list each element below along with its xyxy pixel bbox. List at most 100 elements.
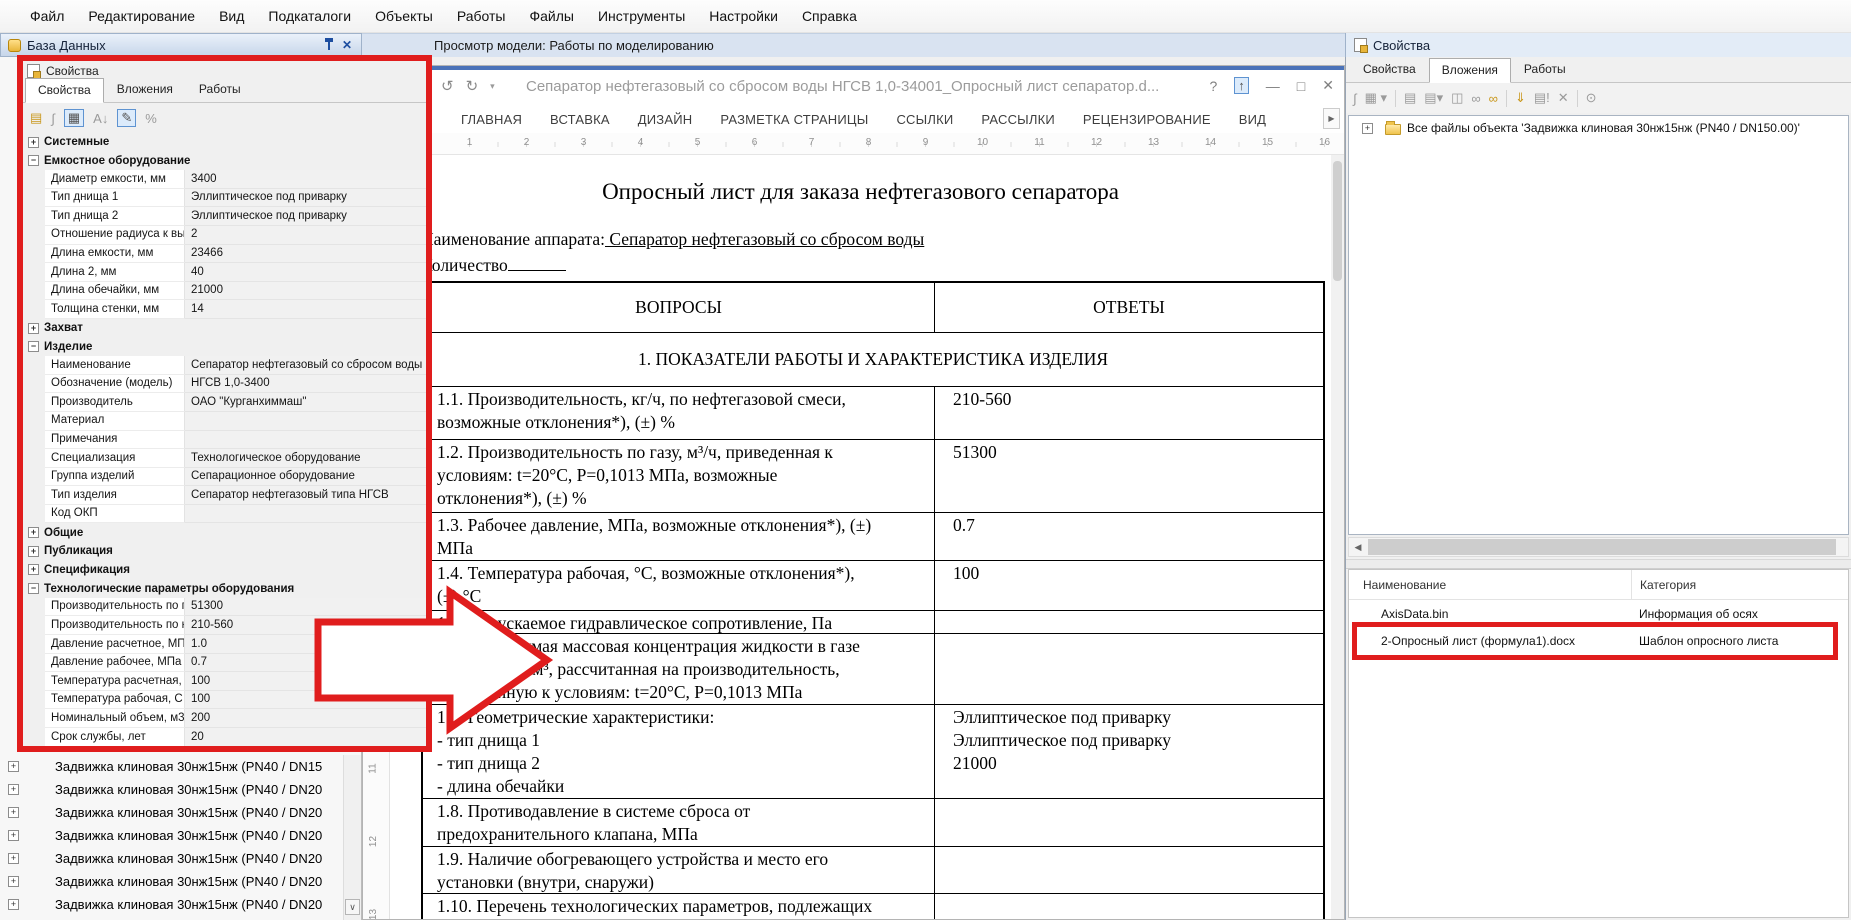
property-value[interactable] [185, 431, 426, 450]
copy-file-icon[interactable]: ◫ [1451, 90, 1463, 106]
view-mode-icon[interactable]: ▦ ▾ [1365, 90, 1387, 106]
ribbon-tab-5[interactable]: ССЫЛКИ [882, 112, 967, 127]
menu-item-9[interactable]: Настройки [697, 3, 790, 29]
menu-item-2[interactable]: Редактирование [76, 3, 207, 29]
property-row[interactable]: Тип днища 2Эллиптическое под приварку [23, 207, 426, 226]
property-row[interactable]: Группа изделийСепарационное оборудование [23, 468, 426, 487]
export-file-icon[interactable]: ⇓ [1515, 90, 1526, 106]
ribbon-tab-8[interactable]: ВИД [1225, 112, 1280, 127]
ribbon-tab-6[interactable]: РАССЫЛКИ [967, 112, 1069, 127]
property-value[interactable]: 23466 [185, 245, 426, 264]
tree-item[interactable]: +Задвижка клиновая 30нж15нж (PN40 / DN15 [0, 755, 343, 778]
expand-icon[interactable]: + [28, 527, 39, 538]
property-value[interactable]: 3400 [185, 170, 426, 189]
collapse-icon[interactable]: − [28, 583, 39, 594]
expand-icon[interactable]: + [28, 323, 39, 334]
tree-item[interactable]: +Задвижка клиновая 30нж15нж (PN40 / DN20 [0, 778, 343, 801]
expand-icon[interactable]: + [28, 546, 39, 557]
property-value[interactable]: Эллиптическое под приварку [185, 189, 426, 208]
sort-az-icon[interactable]: A↓ [93, 111, 108, 126]
property-category[interactable]: +Публикация [23, 542, 426, 561]
property-value[interactable]: Эллиптическое под приварку [185, 207, 426, 226]
property-row[interactable]: Диаметр емкости, мм3400 [23, 170, 426, 189]
collapse-icon[interactable]: − [28, 341, 39, 352]
property-category[interactable]: +Системные [23, 133, 426, 152]
property-row[interactable]: Материал [23, 412, 426, 431]
chain-icon[interactable]: ∞ [1471, 91, 1480, 106]
close-icon[interactable]: ✕ [340, 38, 354, 52]
link-icon[interactable]: ∞ [1489, 91, 1498, 106]
document-scrollbar[interactable] [1331, 155, 1344, 919]
property-value[interactable]: Сепарационное оборудование [185, 468, 426, 487]
categorized-view-icon[interactable]: ▦ [64, 109, 84, 127]
property-row[interactable]: Тип днища 1Эллиптическое под приварку [23, 189, 426, 208]
undo-icon[interactable]: ↺ [441, 77, 454, 95]
property-category[interactable]: +Захват [23, 319, 426, 338]
ribbon-display-icon[interactable]: ↑ [1234, 77, 1249, 94]
expand-icon[interactable]: + [8, 807, 19, 818]
expand-icon[interactable]: + [8, 761, 19, 772]
tree-item[interactable]: +Задвижка клиновая 30нж15нж (PN40 / DN20 [0, 870, 343, 893]
property-row[interactable]: Длина обечайки, мм21000 [23, 282, 426, 301]
ribbon-tab-2[interactable]: ВСТАВКА [536, 112, 624, 127]
horizontal-scrollbar[interactable]: ◀ [1348, 537, 1849, 557]
panel-splitter[interactable] [1346, 559, 1851, 569]
property-row[interactable]: Код ОКП [23, 505, 426, 524]
property-value[interactable]: Технологическое оборудование [185, 449, 426, 468]
ribbon-tab-1[interactable]: ГЛАВНАЯ [447, 112, 536, 127]
property-row[interactable]: ПроизводительОАО "Курганхиммаш" [23, 393, 426, 412]
property-row[interactable]: Толщина стенки, мм14 [23, 300, 426, 319]
close-icon[interactable]: ✕ [1322, 77, 1334, 94]
attachments-root-item[interactable]: + Все файлы объекта 'Задвижка клиновая 3… [1349, 116, 1848, 135]
tree-item[interactable]: +Задвижка клиновая 30нж15нж (PN40 / DN50 [0, 916, 343, 920]
tree-scrollbar[interactable]: ∨ [343, 755, 361, 920]
column-category[interactable]: Категория [1631, 570, 1848, 599]
property-value[interactable]: 40 [185, 263, 426, 282]
menu-item-1[interactable]: Файл [18, 3, 76, 29]
delete-icon[interactable]: ✕ [1558, 90, 1569, 106]
properties-tab-1[interactable]: Свойства [25, 78, 104, 103]
property-row[interactable]: Тип изделияСепаратор нефтегазовый типа Н… [23, 486, 426, 505]
menu-item-8[interactable]: Инструменты [586, 3, 697, 29]
expand-icon[interactable]: + [8, 853, 19, 864]
property-row[interactable]: Длина емкости, мм23466 [23, 245, 426, 264]
property-value[interactable] [185, 505, 426, 524]
properties-icon[interactable]: ▤ [30, 110, 42, 126]
scroll-down-icon[interactable]: ∨ [345, 899, 360, 915]
file-list-header[interactable]: Наименование Категория [1349, 570, 1848, 600]
word-title-bar[interactable]: ↺↻▾ Сепаратор нефтегазовый со сбросом во… [363, 70, 1344, 105]
scroll-left-icon[interactable]: ◀ [1349, 538, 1367, 556]
property-value[interactable]: НГСВ 1,0-3400 [185, 375, 426, 394]
maximize-icon[interactable]: □ [1297, 78, 1305, 94]
customize-quick-access-icon[interactable]: ▾ [490, 81, 495, 92]
order-icon[interactable]: ▤! [1534, 90, 1550, 106]
properties-tab-3[interactable]: Работы [186, 77, 254, 102]
expand-icon[interactable]: + [8, 899, 19, 910]
properties-tab-2[interactable]: Вложения [104, 77, 186, 102]
property-row[interactable]: Отношение радиуса к выс...2 [23, 226, 426, 245]
pin-icon[interactable] [328, 41, 330, 50]
tree-item[interactable]: +Задвижка клиновая 30нж15нж (PN40 / DN20 [0, 847, 343, 870]
expand-icon[interactable]: + [8, 784, 19, 795]
ribbon-tab-7[interactable]: РЕЦЕНЗИРОВАНИЕ [1069, 112, 1225, 127]
properties-icon[interactable]: ▤ [1404, 90, 1416, 106]
property-category[interactable]: +Общие [23, 523, 426, 542]
menu-item-10[interactable]: Справка [790, 3, 869, 29]
property-value[interactable]: 14 [185, 300, 426, 319]
property-category[interactable]: −Емкостное оборудование [23, 152, 426, 171]
property-value[interactable] [185, 412, 426, 431]
dock-panel-header[interactable]: База Данных ✕ [0, 33, 362, 57]
menu-item-7[interactable]: Файлы [518, 3, 586, 29]
property-category[interactable]: −Изделие [23, 338, 426, 357]
ribbon-tab-4[interactable]: РАЗМЕТКА СТРАНИЦЫ [706, 112, 882, 127]
menu-item-3[interactable]: Вид [207, 3, 256, 29]
expand-icon[interactable]: + [8, 876, 19, 887]
menu-item-5[interactable]: Объекты [363, 3, 445, 29]
document-page[interactable]: Опросный лист для заказа нефтегазового с… [390, 155, 1331, 919]
ribbon-tab-3[interactable]: ДИЗАЙН [624, 112, 707, 127]
tree-item[interactable]: +Задвижка клиновая 30нж15нж (PN40 / DN20 [0, 824, 343, 847]
expand-icon[interactable]: + [28, 564, 39, 575]
property-value[interactable]: Сепаратор нефтегазовый со сбросом воды [185, 356, 426, 375]
property-value[interactable]: Сепаратор нефтегазовый типа НГСВ [185, 486, 426, 505]
tree-item[interactable]: +Задвижка клиновая 30нж15нж (PN40 / DN20 [0, 893, 343, 916]
